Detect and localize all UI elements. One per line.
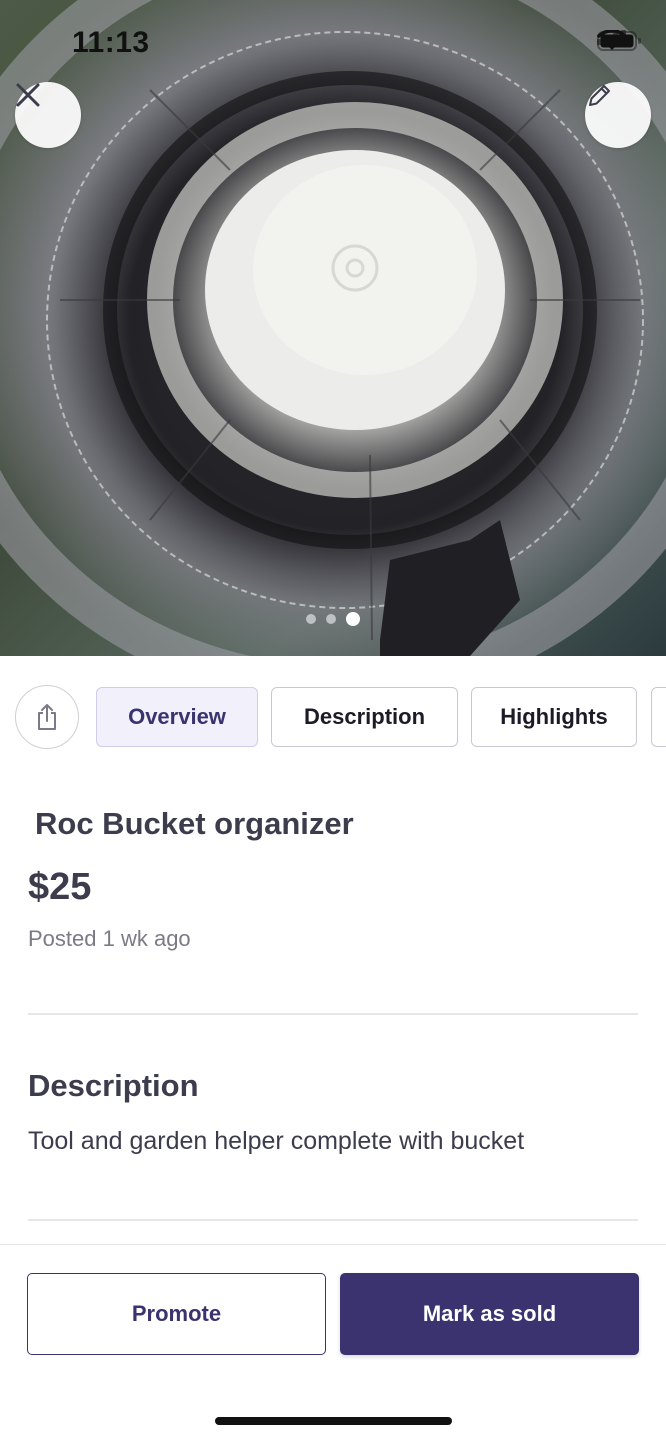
photo-illustration [0,0,666,656]
carousel-dot[interactable] [306,614,316,624]
status-time: 11:13 [72,26,150,59]
status-icons [597,30,641,51]
tab-highlights[interactable]: Highlights [471,687,637,747]
status-bar: 11:13 [0,0,666,90]
close-button[interactable] [15,82,81,148]
tab-more[interactable] [651,687,666,747]
battery-icon [597,31,641,51]
carousel-indicator [0,612,666,626]
close-icon [16,83,40,107]
pencil-icon [589,85,610,106]
share-icon [38,704,56,730]
carousel-dot-active[interactable] [346,612,360,626]
description-heading: Description [28,1068,199,1103]
carousel-dot[interactable] [326,614,336,624]
promote-button[interactable]: Promote [27,1273,326,1355]
listing-price: $25 [28,866,92,908]
home-indicator[interactable] [215,1417,452,1425]
listing-title: Roc Bucket organizer [35,806,354,841]
divider [28,1219,638,1221]
listing-photo[interactable]: 11:13 [0,0,666,656]
edit-button[interactable] [585,82,651,148]
tab-description[interactable]: Description [271,687,458,747]
share-button[interactable] [15,685,79,749]
mark-as-sold-button[interactable]: Mark as sold [340,1273,639,1355]
posted-time: Posted 1 wk ago [28,926,191,951]
bottom-action-bar: Promote Mark as sold [0,1244,666,1441]
section-tabs: Overview Description Highlights [0,684,666,750]
divider [28,1013,638,1015]
tab-overview[interactable]: Overview [96,687,258,747]
description-text: Tool and garden helper complete with buc… [28,1127,525,1155]
